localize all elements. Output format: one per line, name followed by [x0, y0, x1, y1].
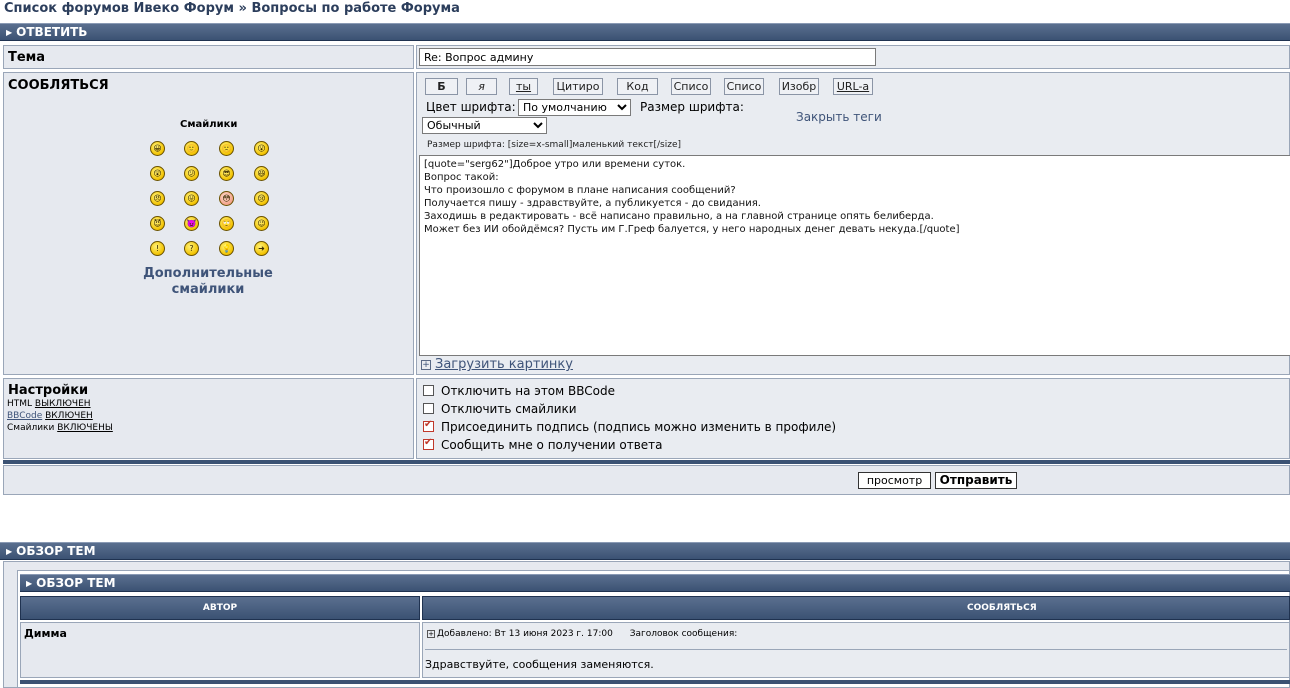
embarrassed-smiley-icon[interactable]: 😳 [219, 191, 234, 206]
column-message: СООБЛЯТЬСЯ [422, 596, 1290, 620]
option-notify-reply[interactable]: Сообщить мне о получении ответа [423, 437, 663, 452]
divider [20, 680, 1290, 684]
settings-label: Настройки [8, 383, 89, 398]
question-smiley-icon[interactable]: ? [184, 241, 199, 256]
bold-button[interactable]: Б [425, 78, 458, 95]
disable-smilies-checkbox[interactable] [423, 403, 434, 414]
post-date: Добавлено: Вт 13 июня 2023 г. 17:00 [437, 629, 613, 639]
razz-smiley-icon[interactable]: 😛 [184, 191, 199, 206]
wink-smiley-icon[interactable]: 😉 [254, 216, 269, 231]
image-button[interactable]: Изобр [779, 78, 819, 95]
breadcrumb-forum-list[interactable]: Список форумов Ивеко Форум [4, 1, 234, 16]
font-size-label: Размер шрифта: [640, 100, 744, 114]
expand-icon: + [421, 360, 431, 370]
post-icon: + [427, 630, 435, 638]
smilies-status-value: ВКЛЮЧЕНЫ [57, 423, 113, 433]
crying-smiley-icon[interactable]: 😢 [254, 191, 269, 206]
subject-input[interactable] [419, 48, 876, 66]
quote-button[interactable]: Цитиро [553, 78, 603, 95]
grin-smiley-icon[interactable]: 😀 [150, 141, 165, 156]
underline-button[interactable]: ты [509, 78, 538, 95]
triangle-icon: ▶ [6, 547, 13, 556]
post-author: Димма [24, 627, 67, 640]
subject-label-cell: Тема [3, 45, 414, 69]
post-text: Здравствуйте, сообщения заменяются. [425, 658, 654, 671]
laugh-smiley-icon[interactable]: 😆 [254, 166, 269, 181]
disable-bbcode-label: Отключить на этом BBCode [441, 384, 615, 398]
reply-header: ▶ ОТВЕТИТЬ [0, 23, 1290, 41]
divider [3, 460, 1290, 464]
option-disable-smilies[interactable]: Отключить смайлики [423, 402, 577, 416]
post-divider [425, 649, 1287, 650]
font-color-select[interactable]: По умолчанию [518, 99, 631, 116]
smilies-title: Смайлики [180, 119, 238, 130]
upload-image-label: Загрузить картинку [435, 357, 573, 372]
font-color-label: Цвет шрифта: [426, 100, 516, 114]
preview-button[interactable]: просмотр [858, 472, 931, 489]
url-button[interactable]: URL-а [833, 78, 873, 95]
bbcode-status-value: ВКЛЮЧЕН [45, 411, 93, 421]
bbcode-status-label[interactable]: BBCode [7, 411, 42, 421]
triangle-icon: ▶ [6, 28, 13, 37]
settings-info: HTML ВЫКЛЮЧЕН BBCode ВКЛЮЧЕН Смайлики ВК… [7, 398, 113, 434]
smilies-status-label: Смайлики [7, 423, 55, 433]
attach-signature-label: Присоединить подпись (подпись можно изме… [441, 420, 837, 434]
more-smilies-link[interactable]: Дополнительные смайлики [130, 266, 286, 298]
submit-row [3, 465, 1290, 495]
post-meta: + Добавлено: Вт 13 июня 2023 г. 17:00 Заг… [427, 629, 737, 639]
evil-smiley-icon[interactable]: 😈 [150, 216, 165, 231]
cool-smiley-icon[interactable]: 😎 [219, 166, 234, 181]
mad-smiley-icon[interactable]: 😠 [150, 191, 165, 206]
attach-signature-checkbox[interactable] [423, 419, 434, 432]
rolling-eyes-smiley-icon[interactable]: 🙄 [219, 216, 234, 231]
notify-reply-label: Сообщить мне о получении ответа [441, 438, 663, 452]
disable-bbcode-checkbox[interactable] [423, 385, 434, 396]
font-size-select[interactable]: Обычный [422, 117, 547, 134]
topic-review-inner-title: ОБЗОР ТЕМ [36, 576, 116, 590]
ordered-list-button[interactable]: Списо [724, 78, 764, 95]
code-button[interactable]: Код [617, 78, 658, 95]
italic-button[interactable]: я [466, 78, 497, 95]
upload-image-link[interactable]: + Загрузить картинку [421, 357, 573, 372]
idea-smiley-icon[interactable]: 💡 [219, 241, 234, 256]
sad-smiley-icon[interactable]: 🙁 [219, 141, 234, 156]
post-author-cell [20, 622, 420, 678]
topic-review-inner-header: ▶ ОБЗОР ТЕМ [20, 574, 1290, 592]
help-hint: Размер шрифта: [size=x-small]маленький т… [427, 140, 682, 150]
arrow-smiley-icon[interactable]: ➜ [254, 241, 269, 256]
html-status-value: ВЫКЛЮЧЕН [34, 399, 91, 409]
close-tags-link[interactable]: Закрыть теги [796, 110, 882, 124]
html-status-label: HTML [7, 399, 33, 409]
submit-button[interactable]: Отправить [935, 472, 1017, 489]
notify-reply-checkbox[interactable] [423, 437, 434, 450]
breadcrumb: Список форумов Ивеко Форум » Вопросы по … [4, 1, 460, 16]
breadcrumb-separator: » [238, 1, 247, 16]
triangle-icon: ▶ [26, 579, 33, 588]
breadcrumb-forum[interactable]: Вопросы по работе Форума [251, 1, 459, 16]
reply-header-title: ОТВЕТИТЬ [16, 25, 88, 39]
twisted-evil-smiley-icon[interactable]: 👿 [184, 216, 199, 231]
list-button[interactable]: Списо [671, 78, 711, 95]
message-label-cell: СООБЛЯТЬСЯ [3, 72, 414, 375]
subject-label: Тема [8, 50, 46, 65]
topic-review-header: ▶ ОБЗОР ТЕМ [0, 542, 1290, 560]
confused-smiley-icon[interactable]: 😕 [184, 166, 199, 181]
shocked-smiley-icon[interactable]: 😲 [150, 166, 165, 181]
exclamation-smiley-icon[interactable]: ! [150, 241, 165, 256]
option-attach-signature[interactable]: Присоединить подпись (подпись можно изме… [423, 419, 837, 434]
message-label: СООБЛЯТЬСЯ [8, 78, 109, 93]
surprised-smiley-icon[interactable]: 😮 [254, 141, 269, 156]
disable-smilies-label: Отключить смайлики [441, 402, 577, 416]
column-author: АВТОР [20, 596, 420, 620]
topic-review-title: ОБЗОР ТЕМ [16, 544, 96, 558]
option-disable-bbcode[interactable]: Отключить на этом BBCode [423, 384, 615, 398]
smile-smiley-icon[interactable]: 🙂 [184, 141, 199, 156]
post-subject-label: Заголовок сообщения: [629, 629, 738, 639]
message-textarea[interactable]: [quote="serg62"]Доброе утро или времени … [419, 155, 1290, 356]
